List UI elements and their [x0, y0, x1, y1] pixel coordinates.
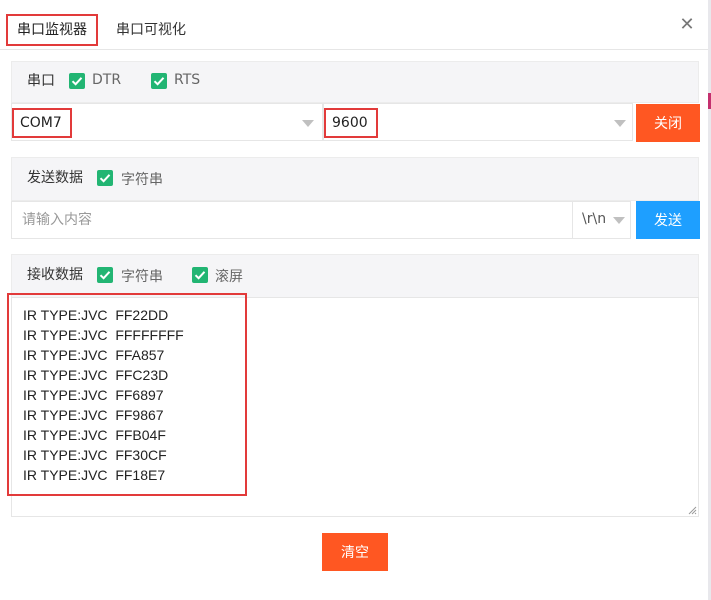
send-string-label: 字符串	[121, 172, 163, 188]
received-line: IR TYPE:JVC FF22DD	[23, 307, 169, 323]
rts-checkbox[interactable]	[151, 73, 167, 89]
check-icon	[153, 77, 165, 86]
check-icon	[71, 77, 83, 86]
received-lines: IR TYPE:JVC FF22DD IR TYPE:JVC FFFFFFFF IR…	[23, 305, 184, 485]
received-line: IR TYPE:JVC FF9867	[23, 407, 164, 423]
send-title: 发送数据	[27, 170, 83, 186]
receive-header: 接收数据 字符串 滚屏	[11, 254, 699, 298]
tab-serial-monitor[interactable]: 串口监视器	[6, 14, 98, 46]
send-string-checkbox[interactable]	[97, 170, 113, 186]
chevron-down-icon	[613, 217, 625, 224]
chevron-down-icon	[302, 120, 314, 127]
receive-string-label: 字符串	[121, 269, 163, 285]
tab-bar: 串口监视器 串口可视化 ✕	[0, 0, 708, 50]
tab-serial-visualize[interactable]: 串口可视化	[107, 14, 195, 46]
port-select[interactable]: COM7	[11, 103, 323, 141]
send-input-group: \r\n	[11, 201, 631, 239]
clear-button[interactable]: 清空	[322, 533, 388, 571]
line-ending-select[interactable]: \r\n	[582, 211, 606, 227]
received-line: IR TYPE:JVC FFB04F	[23, 427, 166, 443]
chevron-down-icon	[614, 120, 626, 127]
resize-handle-icon[interactable]	[687, 505, 697, 515]
baud-select[interactable]: 9600	[323, 103, 633, 141]
close-port-button[interactable]: 关闭	[636, 104, 700, 142]
dtr-label: DTR	[92, 72, 122, 88]
received-data-highlight: IR TYPE:JVC FF22DD IR TYPE:JVC FFFFFFFF IR…	[7, 293, 247, 496]
received-line: IR TYPE:JVC FF6897	[23, 387, 164, 403]
serial-port-header: 串口 DTR RTS	[11, 61, 699, 103]
send-button[interactable]: 发送	[636, 201, 700, 239]
serial-port-title: 串口	[27, 73, 55, 89]
port-value: COM7	[12, 108, 72, 138]
serial-monitor-dialog: 串口监视器 串口可视化 ✕ 串口 DTR RTS COM7 9600 关闭 发送…	[0, 0, 711, 600]
receive-textarea[interactable]: IR TYPE:JVC FF22DD IR TYPE:JVC FFFFFFFF IR…	[7, 293, 699, 517]
received-line: IR TYPE:JVC FFC23D	[23, 367, 169, 383]
check-icon	[99, 271, 111, 280]
scroll-checkbox[interactable]	[192, 267, 208, 283]
rts-label: RTS	[174, 72, 201, 88]
receive-string-checkbox[interactable]	[97, 267, 113, 283]
send-header: 发送数据 字符串	[11, 157, 699, 201]
check-icon	[194, 271, 206, 280]
received-line: IR TYPE:JVC FFA857	[23, 347, 165, 363]
send-input[interactable]	[12, 202, 572, 238]
received-line: IR TYPE:JVC FF18E7	[23, 467, 166, 483]
received-line: IR TYPE:JVC FFFFFFFF	[23, 327, 184, 343]
close-icon[interactable]: ✕	[677, 15, 697, 35]
suffix-divider	[572, 202, 573, 238]
dtr-checkbox[interactable]	[69, 73, 85, 89]
received-line: IR TYPE:JVC FF30CF	[23, 447, 167, 463]
receive-title: 接收数据	[27, 267, 83, 283]
check-icon	[99, 174, 111, 183]
scroll-label: 滚屏	[215, 269, 243, 285]
baud-value: 9600	[324, 108, 378, 138]
